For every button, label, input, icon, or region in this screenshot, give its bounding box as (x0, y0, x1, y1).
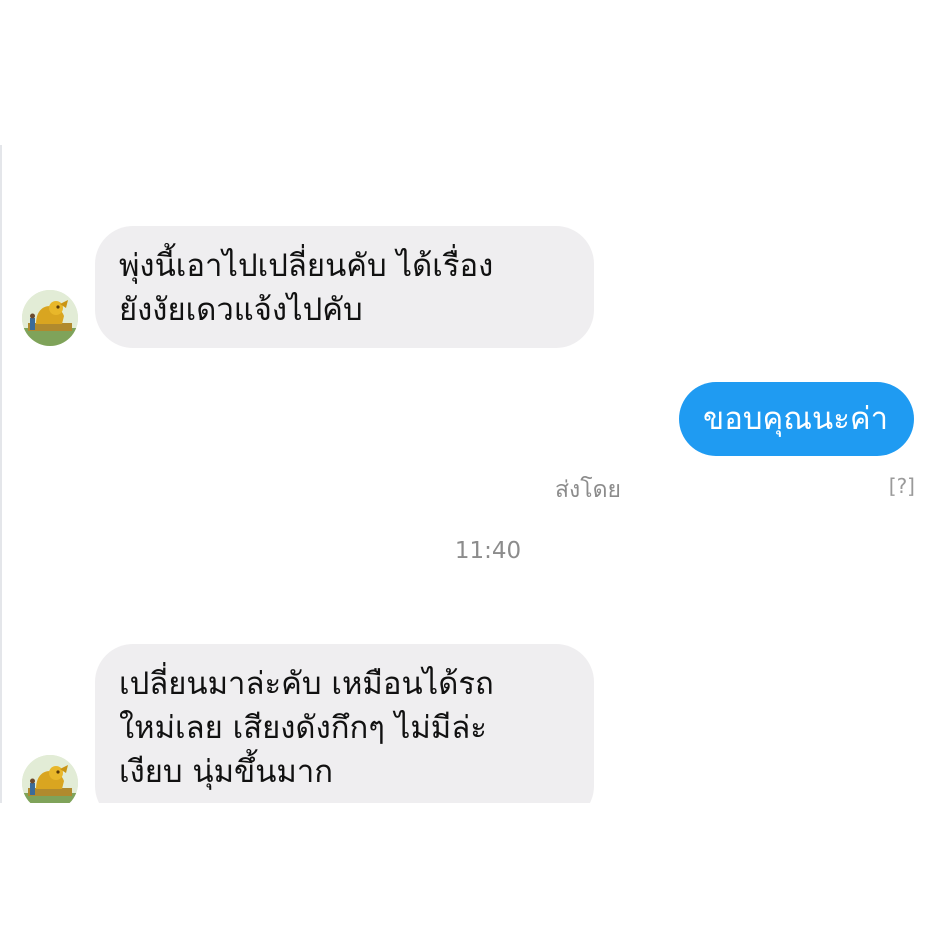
outgoing-message-bubble[interactable]: ขอบคุณนะค่า (679, 382, 914, 456)
sidebar-divider (0, 145, 2, 803)
help-link[interactable]: [?] (889, 474, 915, 498)
message-text: ขอบคุณนะค่า (703, 401, 888, 437)
message-text-line: เปลี่ยนมาล่ะคับ เหมือนได้รถ (119, 666, 494, 702)
incoming-message-bubble[interactable]: พุ่งนี้เอาไปเปลี่ยนคับ ได้เรื่อง ยังงัยเ… (95, 226, 594, 348)
contact-avatar[interactable] (22, 290, 78, 346)
lion-statue-icon (22, 290, 78, 346)
message-text-line: ยังงัยเดวแจ้งไปคับ (119, 292, 363, 328)
chat-thread: พุ่งนี้เอาไปเปลี่ยนคับ ได้เรื่อง ยังงัยเ… (0, 145, 948, 803)
message-timestamp: 11:40 (454, 538, 522, 564)
lion-statue-icon (22, 755, 78, 803)
sent-by-label: ส่งโดย (555, 477, 622, 503)
message-text-line: เงียบ นุ่มขึ้นมาก (119, 754, 334, 790)
message-text-line: ใหม่เลย เสียงดังกึกๆ ไม่มีล่ะ (119, 710, 487, 746)
incoming-message-bubble[interactable]: เปลี่ยนมาล่ะคับ เหมือนได้รถ ใหม่เลย เสีย… (95, 644, 594, 803)
contact-avatar[interactable] (22, 755, 78, 803)
message-text-line: พุ่งนี้เอาไปเปลี่ยนคับ ได้เรื่อง (119, 248, 494, 284)
